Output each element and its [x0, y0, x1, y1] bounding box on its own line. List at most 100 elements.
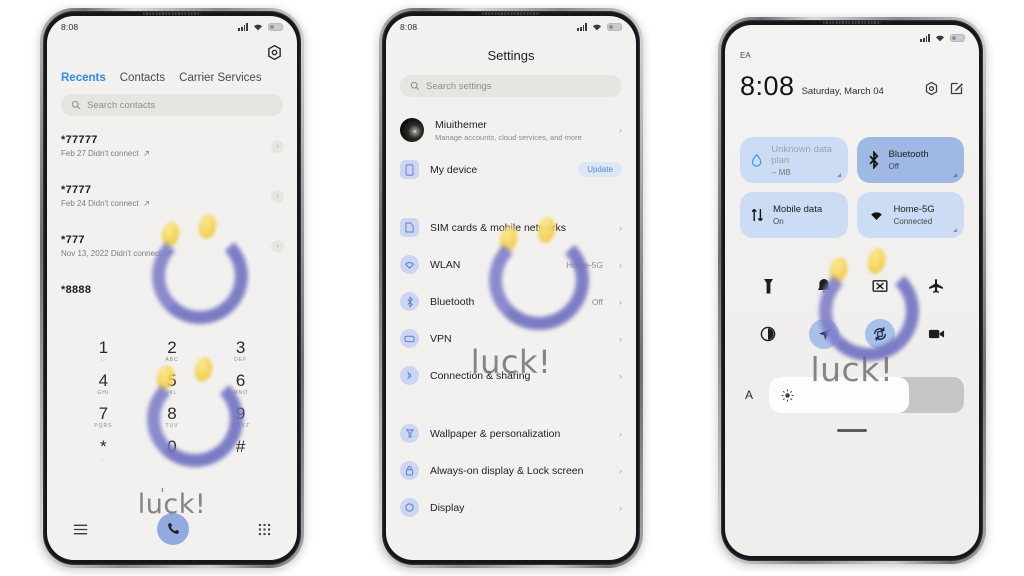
settings-row-label: SIM cards & mobile networks: [430, 221, 566, 234]
dialpad-letters: DEF: [234, 357, 248, 363]
wifi-icon: [254, 24, 262, 31]
dialpad-icon[interactable]: [258, 523, 271, 536]
search-placeholder: Search settings: [426, 80, 492, 92]
dialpad-key-hash[interactable]: #: [206, 437, 275, 462]
tile-sub: Connected: [893, 217, 933, 226]
quick-toggles: [740, 271, 964, 349]
sun-icon: [781, 389, 794, 401]
bell-icon[interactable]: [809, 271, 839, 301]
tile-expand-corner[interactable]: [953, 173, 957, 177]
chevron-right-icon: ›: [619, 333, 622, 344]
dialpad-key-4[interactable]: 4 GHI: [69, 371, 138, 396]
tile-sub: Off: [888, 162, 900, 171]
call-detail: Feb 27 Didn't connect: [61, 149, 283, 158]
dialpad-key-star[interactable]: * ,: [69, 437, 138, 462]
settings-row-connection-sharing[interactable]: Connection & sharing ›: [386, 357, 636, 394]
tab-contacts[interactable]: Contacts: [120, 72, 165, 84]
section-divider: [386, 394, 636, 403]
dialpad-key-2[interactable]: 2 ABC: [138, 338, 207, 363]
settings-row-label: WLAN: [430, 258, 461, 271]
wifi-icon: [936, 35, 944, 42]
status-icons: [920, 34, 965, 42]
settings-row-wallpaper[interactable]: Wallpaper & personalization ›: [386, 415, 636, 452]
edit-icon[interactable]: [949, 81, 964, 96]
tile-wifi[interactable]: Home-5G Connected: [856, 192, 964, 238]
wifi-icon: [593, 24, 601, 31]
call-detail-chevron[interactable]: ›: [271, 190, 284, 203]
call-detail-chevron[interactable]: ›: [271, 140, 284, 153]
dialer-bottom-bar: [47, 512, 297, 546]
screenshot-icon[interactable]: [865, 271, 895, 301]
location-icon[interactable]: [809, 319, 839, 349]
call-number: *7777: [61, 184, 92, 196]
settings-row-wlan[interactable]: WLAN Home-5G ›: [386, 246, 636, 283]
wallpaper-icon: [400, 424, 419, 443]
search-settings-field[interactable]: Search settings: [400, 75, 622, 97]
bluetooth-icon: [868, 151, 878, 169]
screen-record-icon[interactable]: [921, 319, 951, 349]
dialpad-digit: *: [100, 437, 107, 456]
dialpad-key-9[interactable]: 9 WXYZ: [206, 404, 275, 429]
data-drop-icon: [751, 153, 762, 167]
tile-data-plan[interactable]: Unknown data plan -- MB: [740, 137, 848, 183]
dialpad-key-5[interactable]: 5 JKL: [138, 371, 207, 396]
tile-text: Home-5G Connected: [894, 204, 935, 226]
quick-tiles: Unknown data plan -- MB Bluetooth Off Mo…: [740, 137, 964, 238]
settings-row-my-device[interactable]: My device Update: [386, 151, 636, 188]
flashlight-icon[interactable]: [753, 271, 783, 301]
tile-bluetooth[interactable]: Bluetooth Off: [856, 137, 964, 183]
phone-device-control-center: . EA 8:0: [718, 17, 986, 564]
tile-mobile-data[interactable]: Mobile data On: [740, 192, 848, 238]
account-name: Miuithemer: [435, 118, 487, 131]
dialpad-key-1[interactable]: 1  : [69, 338, 138, 363]
call-detail-chevron[interactable]: ›: [271, 240, 284, 253]
dialpad-digit: #: [235, 437, 246, 456]
status-bar: 8:08: [386, 16, 636, 38]
call-list-item[interactable]: *8888: [47, 276, 297, 326]
chevron-right-icon: ›: [619, 259, 622, 270]
call-list-item[interactable]: *777 Nov 13, 2022 Didn't connect ›: [47, 226, 297, 276]
call-detail: Feb 24 Didn't connect: [61, 199, 283, 208]
settings-row-vpn[interactable]: VPN ›: [386, 320, 636, 357]
call-list-item[interactable]: *77777 Feb 27 Didn't connect ›: [47, 126, 297, 176]
update-badge[interactable]: Update: [578, 162, 622, 177]
auto-brightness-label[interactable]: A: [740, 388, 758, 402]
settings-row-display[interactable]: Display ›: [386, 489, 636, 526]
dialpad-digit: 3: [235, 338, 246, 357]
tile-sub: On: [773, 217, 784, 226]
chevron-right-icon: ›: [619, 502, 622, 513]
dialpad-key-7[interactable]: 7 PQRS: [69, 404, 138, 429]
tab-recents[interactable]: Recents: [61, 72, 106, 84]
tab-carrier-services[interactable]: Carrier Services: [179, 72, 261, 84]
search-contacts-field[interactable]: Search contacts: [61, 94, 283, 116]
wifi-icon: [400, 255, 419, 274]
dialpad-key-6[interactable]: 6 MNO: [206, 371, 275, 396]
call-button[interactable]: [157, 513, 189, 545]
settings-group-connectivity: SIM cards & mobile networks › WLAN Home-…: [386, 209, 636, 394]
dialpad-key-8[interactable]: 8 TUV: [138, 404, 207, 429]
brightness-slider[interactable]: [769, 377, 964, 413]
home-indicator[interactable]: [837, 429, 867, 432]
chevron-right-icon: ›: [619, 428, 622, 439]
clock: 8:08: [740, 71, 795, 101]
dialpad-key-0[interactable]: 0 +: [138, 437, 207, 462]
tile-expand-corner[interactable]: [836, 173, 841, 177]
phone2-screen: 8:08 Settings Search settings Miuithemer…: [386, 16, 636, 560]
device-label: My device: [430, 163, 478, 176]
auto-rotate-icon[interactable]: [865, 319, 895, 349]
phone-device-settings: 8:08 Settings Search settings Miuithemer…: [379, 8, 643, 568]
settings-row-sim[interactable]: SIM cards & mobile networks ›: [386, 209, 636, 246]
dialpad-key-3[interactable]: 3 DEF: [206, 338, 275, 363]
settings-row-aod-lock[interactable]: Always-on display & Lock screen ›: [386, 452, 636, 489]
settings-row-label: VPN: [430, 332, 452, 345]
settings-row-bluetooth[interactable]: Bluetooth Off ›: [386, 283, 636, 320]
dialpad-letters: +: [170, 456, 174, 462]
settings-row-account[interactable]: Miuithemer Manage accounts, cloud servic…: [386, 109, 636, 151]
call-list-item[interactable]: *7777 Feb 24 Didn't connect ›: [47, 176, 297, 226]
dark-mode-icon[interactable]: [753, 319, 783, 349]
gear-icon[interactable]: [924, 81, 939, 96]
gear-icon[interactable]: [266, 44, 283, 61]
airplane-icon[interactable]: [921, 271, 951, 301]
menu-icon[interactable]: [73, 523, 88, 536]
tile-expand-corner[interactable]: [953, 228, 957, 232]
